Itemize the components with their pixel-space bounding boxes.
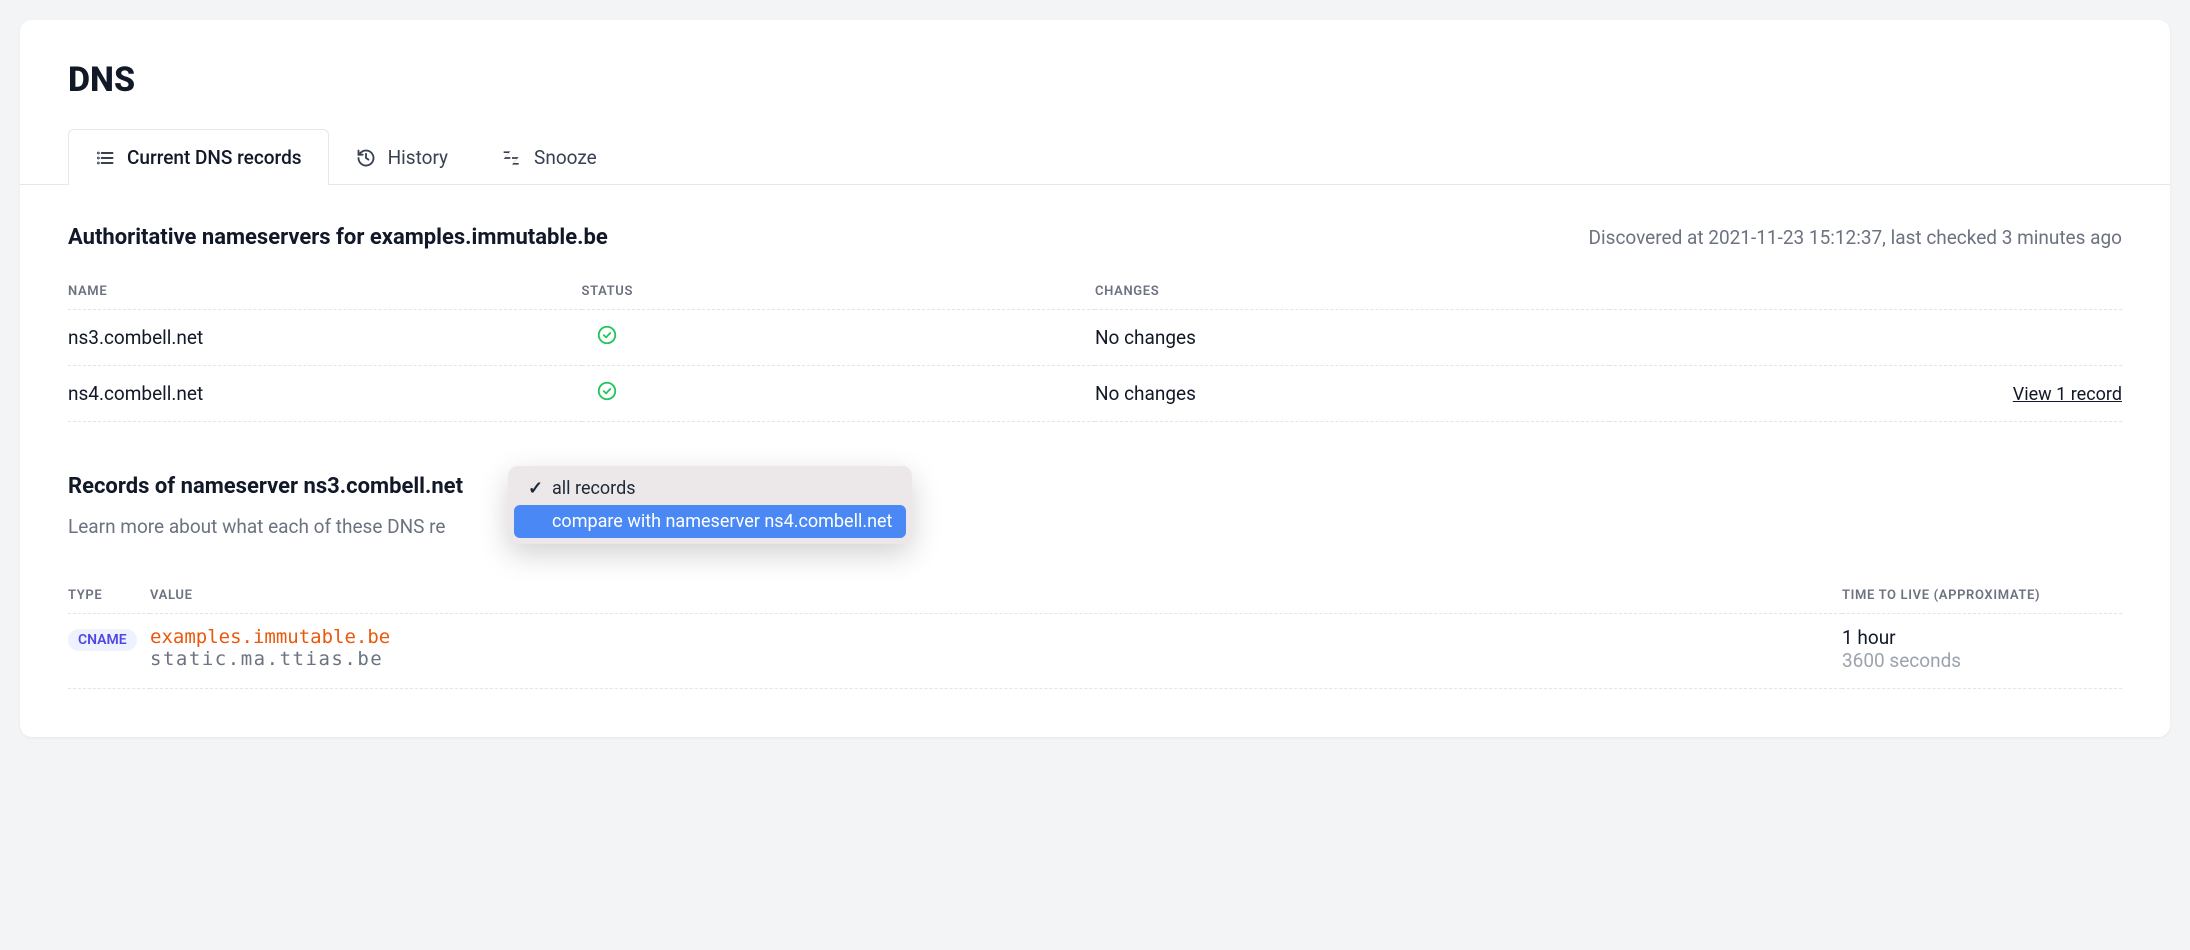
records-table: TYPE VALUE TIME TO LIVE (APPROXIMATE) CN… [68,578,2122,689]
table-row: ns3.combell.net No changes [68,310,2122,366]
ns-name: ns4.combell.net [68,366,582,422]
record-target: static.ma.ttias.be [150,648,1842,670]
nameservers-head: Authoritative nameservers for examples.i… [68,225,2122,250]
table-row: ns4.combell.net No changes View 1 record [68,366,2122,422]
nameservers-title: Authoritative nameservers for examples.i… [68,225,608,250]
check-circle-icon [596,380,618,402]
ttl-human: 1 hour [1842,626,2122,649]
dropdown-option-compare-ns4[interactable]: ✓ compare with nameserver ns4.combell.ne… [514,505,906,538]
ns-name: ns3.combell.net [68,310,582,366]
tab-label: Snooze [534,146,597,169]
ttl-seconds: 3600 seconds [1842,649,2122,672]
col-type: TYPE [68,578,150,614]
tab-label: Current DNS records [127,146,302,169]
col-actions [1609,274,2123,310]
check-icon: ✓ [528,478,544,499]
col-ttl: TIME TO LIVE (APPROXIMATE) [1842,578,2122,614]
ns-changes: No changes [1095,366,1609,422]
col-changes: CHANGES [1095,274,1609,310]
records-title-row: Records of nameserver ns3.combell.net ✓ … [68,474,2122,499]
tabs: Current DNS records History Snooze [20,128,2170,185]
ns-action: View 1 record [1609,366,2123,422]
col-value: VALUE [150,578,1842,614]
type-badge: CNAME [68,629,137,651]
col-status: STATUS [582,274,1096,310]
record-type: CNAME [68,614,150,689]
dropdown-option-label: all records [552,478,636,499]
tab-history[interactable]: History [329,129,475,185]
col-name: NAME [68,274,582,310]
dropdown-option-all-records[interactable]: ✓ all records [514,472,906,505]
page-title: DNS [68,60,2122,100]
compare-dropdown[interactable]: ✓ all records ✓ compare with nameserver … [508,466,912,544]
tab-current-dns-records[interactable]: Current DNS records [68,129,329,185]
dns-card: DNS Current DNS records History [20,20,2170,737]
table-row: CNAME examples.immutable.be static.ma.tt… [68,614,2122,689]
view-record-link[interactable]: View 1 record [2013,384,2122,405]
records-subtitle: Learn more about what each of these DNS … [68,515,2122,538]
record-value: examples.immutable.be static.ma.ttias.be [150,614,1842,689]
ns-status [582,310,1096,366]
tab-label: History [388,146,448,169]
record-domain: examples.immutable.be [150,626,1842,648]
history-icon [356,148,376,168]
nameservers-table: NAME STATUS CHANGES ns3.combell.net No c… [68,274,2122,422]
check-circle-icon [596,324,618,346]
ns-status [582,366,1096,422]
dropdown-option-label: compare with nameserver ns4.combell.net [552,511,892,532]
ns-changes: No changes [1095,310,1609,366]
nameservers-meta: Discovered at 2021-11-23 15:12:37, last … [1589,226,2122,249]
tab-snooze[interactable]: Snooze [475,129,624,185]
records-title: Records of nameserver ns3.combell.net [68,474,463,499]
record-ttl: 1 hour 3600 seconds [1842,614,2122,689]
list-icon [95,148,115,168]
ns-action [1609,310,2123,366]
snooze-icon [502,148,522,168]
